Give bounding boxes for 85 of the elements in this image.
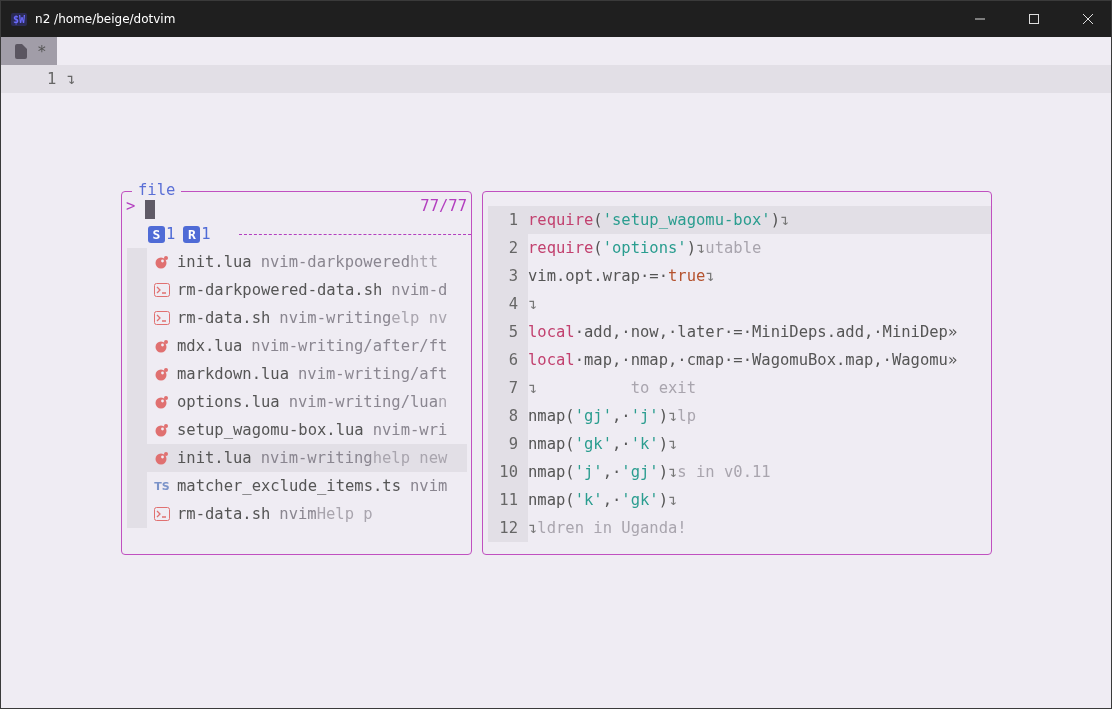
badge-count: 1: [166, 225, 176, 243]
typescript-icon: TS: [154, 479, 170, 493]
code-line: nmap('gk',·'k')↴: [528, 435, 678, 453]
lua-icon: [155, 395, 169, 409]
code-line: ↴: [528, 519, 538, 537]
badge: R: [183, 225, 201, 243]
badge: S: [148, 225, 165, 243]
background-text: elp nv: [391, 309, 448, 327]
file-name: rm-data.sh: [177, 505, 271, 523]
terminal-icon: [154, 311, 170, 325]
file-path: nvim-d: [391, 281, 448, 299]
code-line: ↴: [528, 295, 538, 313]
background-text: n: [437, 393, 448, 411]
code-line: local·map,·nmap,·cmap·=·WagomuBox.map,·Wagomu»: [528, 351, 958, 369]
file-item[interactable]: TS matcher_exclude_items.ts nvim: [127, 472, 467, 500]
line-number: 7: [488, 374, 528, 402]
code-line: nmap('k',·'gk')↴: [528, 491, 678, 509]
code-line: require('options')↴: [528, 239, 706, 257]
file-item[interactable]: markdown.lua nvim-writing/aft: [127, 360, 467, 388]
line-number: 11: [488, 486, 528, 514]
lua-icon: [155, 451, 169, 465]
file-name: markdown.lua: [177, 365, 289, 383]
line-number: 12: [488, 514, 528, 542]
background-text: Help p: [316, 505, 373, 523]
code-line: nmap('gj',·'j')↴: [528, 407, 678, 425]
line-number: 3: [488, 262, 528, 290]
background-text: s in v0.11: [677, 463, 771, 481]
prompt-symbol: >: [126, 197, 136, 215]
line-number: 2: [488, 234, 528, 262]
line-number: 8: [488, 402, 528, 430]
lua-icon: [155, 255, 169, 269]
eol-marker: ↴: [66, 70, 76, 88]
file-path: nvim-darkpowered: [260, 253, 410, 271]
lua-icon: [155, 339, 169, 353]
file-item[interactable]: rm-darkpowered-data.sh nvim-d: [127, 276, 467, 304]
file-item[interactable]: rm-data.sh nvim-writingelp nv: [127, 304, 467, 332]
code-line: vim.opt.wrap·=·true↴: [528, 267, 715, 285]
code-line: require('setup_wagomu-box')↴: [528, 211, 790, 229]
file-name: init.lua: [177, 449, 252, 467]
line-number: 6: [488, 346, 528, 374]
background-text: help new: [372, 449, 448, 467]
file-icon: [15, 43, 27, 59]
line-number: 10: [488, 458, 528, 486]
background-text: to exit: [629, 379, 696, 397]
file-name: rm-darkpowered-data.sh: [177, 281, 383, 299]
file-name: init.lua: [177, 253, 252, 271]
file-name: mdx.lua: [177, 337, 243, 355]
file-path: nvim: [409, 477, 448, 495]
file-name: setup_wagomu-box.lua: [177, 421, 364, 439]
file-path: nvim-writing: [279, 309, 392, 327]
picker-title: file: [132, 180, 182, 200]
file-item[interactable]: options.lua nvim-writing/luan: [127, 388, 467, 416]
background-text: ldren in Uganda!: [537, 519, 687, 537]
file-path: nvim: [279, 505, 317, 523]
file-item[interactable]: rm-data.sh nvimHelp p: [127, 500, 467, 528]
file-path: nvim-writing/after/ft: [251, 337, 448, 355]
file-path: nvim-writing: [260, 449, 373, 467]
file-path: nvim-writing/aft: [298, 365, 448, 383]
line-number: 1: [488, 206, 528, 234]
code-line: local·add,·now,·later·=·MiniDeps.add,·MiniDep»: [528, 323, 958, 341]
background-text: htt: [409, 253, 438, 271]
lua-icon: [155, 367, 169, 381]
file-item[interactable]: mdx.lua nvim-writing/after/ft: [127, 332, 467, 360]
match-count: 77/77: [420, 197, 467, 215]
file-item[interactable]: init.lua nvim-darkpoweredhtt: [127, 248, 467, 276]
file-name: matcher_exclude_items.ts: [177, 477, 401, 495]
file-path: nvim-wri: [372, 421, 448, 439]
app-icon: $W: [11, 12, 28, 26]
file-item[interactable]: setup_wagomu-box.lua nvim-wri: [127, 416, 467, 444]
terminal-icon: [154, 507, 170, 521]
file-name: options.lua: [177, 393, 280, 411]
line-number: 9: [488, 430, 528, 458]
line-number: 4: [488, 290, 528, 318]
line-number: 5: [488, 318, 528, 346]
line-number: 1: [47, 70, 57, 88]
background-text: utable: [705, 239, 762, 257]
terminal-icon: [154, 283, 170, 297]
window-title: n2 /home/beige/dotvim: [35, 12, 177, 26]
file-name: rm-data.sh: [177, 309, 271, 327]
badge-count: 1: [201, 225, 211, 243]
code-line: ↴: [528, 379, 538, 397]
code-line: nmap('j',·'gj')↴: [528, 463, 678, 481]
file-path: nvim-writing/lua: [288, 393, 438, 411]
background-text: lp: [677, 407, 697, 425]
lua-icon: [155, 423, 169, 437]
